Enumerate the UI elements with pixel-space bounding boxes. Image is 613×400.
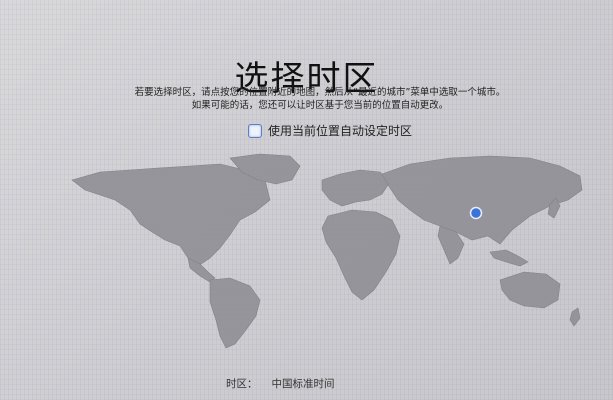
north-america-region[interactable] xyxy=(71,163,271,267)
auto-timezone-label: 使用当前位置自动设定时区 xyxy=(268,124,413,138)
new-zealand-region[interactable] xyxy=(569,307,581,327)
europe-region[interactable] xyxy=(321,169,391,207)
southeast-asia-islands[interactable] xyxy=(489,249,529,267)
instruction-text-line1: 若要选择时区，请点按您的位置附近的地图，然后从“最近的城市”菜单中选取一个城市。 xyxy=(134,87,506,98)
asia-region[interactable] xyxy=(381,155,583,245)
world-map-graphic[interactable] xyxy=(60,140,600,350)
australia-region[interactable] xyxy=(499,271,561,309)
timezone-label: 时区： xyxy=(226,378,258,390)
africa-region[interactable] xyxy=(321,209,401,301)
timezone-value: 中国标准时间 xyxy=(271,378,335,390)
checkbox-icon[interactable] xyxy=(248,123,262,138)
location-pin-icon[interactable] xyxy=(469,206,483,220)
south-america-region[interactable] xyxy=(209,277,261,349)
world-map[interactable] xyxy=(60,140,600,350)
timezone-readout: 时区： 中国标准时间 xyxy=(226,376,335,391)
instruction-text-line2: 如果可能的话，您还可以让时区基于您当前的位置自动更改。 xyxy=(191,100,449,111)
auto-timezone-option[interactable]: 使用当前位置自动设定时区 xyxy=(248,122,412,139)
